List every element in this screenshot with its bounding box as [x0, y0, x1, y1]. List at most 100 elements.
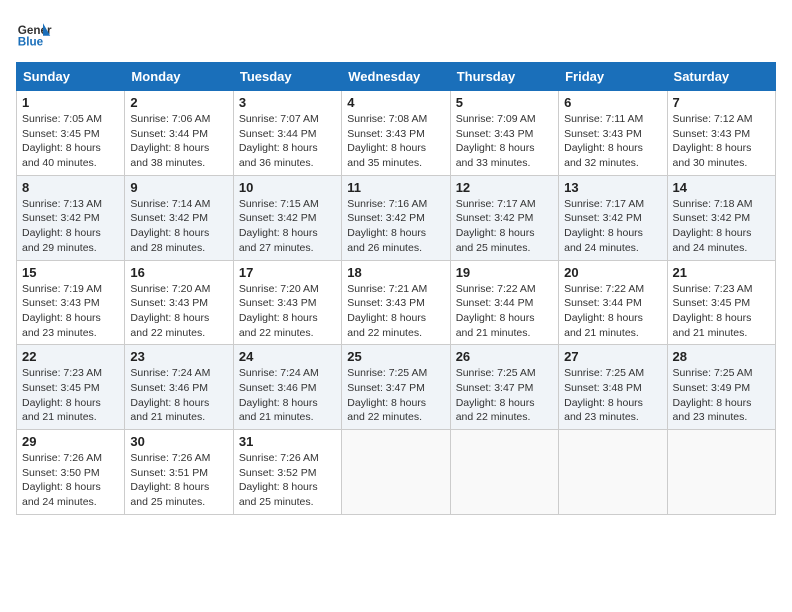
calendar-week-row: 8 Sunrise: 7:13 AM Sunset: 3:42 PM Dayli… [17, 175, 776, 260]
day-number: 30 [130, 434, 227, 449]
day-number: 1 [22, 95, 119, 110]
calendar-cell: 24 Sunrise: 7:24 AM Sunset: 3:46 PM Dayl… [233, 345, 341, 430]
day-number: 13 [564, 180, 661, 195]
day-number: 5 [456, 95, 553, 110]
day-info: Sunrise: 7:17 AM Sunset: 3:42 PM Dayligh… [564, 197, 661, 256]
day-number: 11 [347, 180, 444, 195]
day-number: 10 [239, 180, 336, 195]
day-number: 12 [456, 180, 553, 195]
calendar-cell: 23 Sunrise: 7:24 AM Sunset: 3:46 PM Dayl… [125, 345, 233, 430]
day-info: Sunrise: 7:05 AM Sunset: 3:45 PM Dayligh… [22, 112, 119, 171]
day-number: 16 [130, 265, 227, 280]
day-number: 6 [564, 95, 661, 110]
day-number: 15 [22, 265, 119, 280]
calendar-cell: 27 Sunrise: 7:25 AM Sunset: 3:48 PM Dayl… [559, 345, 667, 430]
svg-text:Blue: Blue [18, 36, 44, 49]
day-number: 26 [456, 349, 553, 364]
day-info: Sunrise: 7:24 AM Sunset: 3:46 PM Dayligh… [239, 366, 336, 425]
day-number: 2 [130, 95, 227, 110]
calendar-cell: 15 Sunrise: 7:19 AM Sunset: 3:43 PM Dayl… [17, 260, 125, 345]
calendar-week-row: 29 Sunrise: 7:26 AM Sunset: 3:50 PM Dayl… [17, 430, 776, 515]
calendar-cell: 3 Sunrise: 7:07 AM Sunset: 3:44 PM Dayli… [233, 91, 341, 176]
day-info: Sunrise: 7:21 AM Sunset: 3:43 PM Dayligh… [347, 282, 444, 341]
calendar-week-row: 1 Sunrise: 7:05 AM Sunset: 3:45 PM Dayli… [17, 91, 776, 176]
calendar-cell [559, 430, 667, 515]
day-info: Sunrise: 7:26 AM Sunset: 3:52 PM Dayligh… [239, 451, 336, 510]
day-info: Sunrise: 7:17 AM Sunset: 3:42 PM Dayligh… [456, 197, 553, 256]
calendar-cell: 2 Sunrise: 7:06 AM Sunset: 3:44 PM Dayli… [125, 91, 233, 176]
day-info: Sunrise: 7:23 AM Sunset: 3:45 PM Dayligh… [22, 366, 119, 425]
day-number: 9 [130, 180, 227, 195]
day-info: Sunrise: 7:25 AM Sunset: 3:47 PM Dayligh… [347, 366, 444, 425]
day-number: 31 [239, 434, 336, 449]
calendar-cell: 18 Sunrise: 7:21 AM Sunset: 3:43 PM Dayl… [342, 260, 450, 345]
day-number: 27 [564, 349, 661, 364]
calendar-cell: 29 Sunrise: 7:26 AM Sunset: 3:50 PM Dayl… [17, 430, 125, 515]
calendar-cell: 20 Sunrise: 7:22 AM Sunset: 3:44 PM Dayl… [559, 260, 667, 345]
calendar-cell: 22 Sunrise: 7:23 AM Sunset: 3:45 PM Dayl… [17, 345, 125, 430]
day-info: Sunrise: 7:07 AM Sunset: 3:44 PM Dayligh… [239, 112, 336, 171]
day-info: Sunrise: 7:09 AM Sunset: 3:43 PM Dayligh… [456, 112, 553, 171]
calendar-week-row: 22 Sunrise: 7:23 AM Sunset: 3:45 PM Dayl… [17, 345, 776, 430]
day-info: Sunrise: 7:22 AM Sunset: 3:44 PM Dayligh… [564, 282, 661, 341]
calendar-cell: 10 Sunrise: 7:15 AM Sunset: 3:42 PM Dayl… [233, 175, 341, 260]
day-info: Sunrise: 7:12 AM Sunset: 3:43 PM Dayligh… [673, 112, 770, 171]
calendar-cell: 30 Sunrise: 7:26 AM Sunset: 3:51 PM Dayl… [125, 430, 233, 515]
header-wednesday: Wednesday [342, 63, 450, 91]
header-sunday: Sunday [17, 63, 125, 91]
calendar-cell: 14 Sunrise: 7:18 AM Sunset: 3:42 PM Dayl… [667, 175, 775, 260]
calendar-cell: 12 Sunrise: 7:17 AM Sunset: 3:42 PM Dayl… [450, 175, 558, 260]
header-friday: Friday [559, 63, 667, 91]
day-number: 3 [239, 95, 336, 110]
header-monday: Monday [125, 63, 233, 91]
day-info: Sunrise: 7:06 AM Sunset: 3:44 PM Dayligh… [130, 112, 227, 171]
calendar-cell: 6 Sunrise: 7:11 AM Sunset: 3:43 PM Dayli… [559, 91, 667, 176]
day-number: 23 [130, 349, 227, 364]
calendar-cell: 28 Sunrise: 7:25 AM Sunset: 3:49 PM Dayl… [667, 345, 775, 430]
header-tuesday: Tuesday [233, 63, 341, 91]
logo: General Blue [16, 16, 52, 52]
day-number: 25 [347, 349, 444, 364]
day-number: 8 [22, 180, 119, 195]
day-info: Sunrise: 7:25 AM Sunset: 3:47 PM Dayligh… [456, 366, 553, 425]
calendar-week-row: 15 Sunrise: 7:19 AM Sunset: 3:43 PM Dayl… [17, 260, 776, 345]
day-info: Sunrise: 7:25 AM Sunset: 3:48 PM Dayligh… [564, 366, 661, 425]
header-saturday: Saturday [667, 63, 775, 91]
calendar-cell: 13 Sunrise: 7:17 AM Sunset: 3:42 PM Dayl… [559, 175, 667, 260]
calendar-cell: 19 Sunrise: 7:22 AM Sunset: 3:44 PM Dayl… [450, 260, 558, 345]
calendar-cell [450, 430, 558, 515]
day-number: 22 [22, 349, 119, 364]
calendar-cell: 26 Sunrise: 7:25 AM Sunset: 3:47 PM Dayl… [450, 345, 558, 430]
day-info: Sunrise: 7:15 AM Sunset: 3:42 PM Dayligh… [239, 197, 336, 256]
day-info: Sunrise: 7:20 AM Sunset: 3:43 PM Dayligh… [130, 282, 227, 341]
logo-icon: General Blue [16, 16, 52, 52]
calendar-body: 1 Sunrise: 7:05 AM Sunset: 3:45 PM Dayli… [17, 91, 776, 515]
calendar-cell: 1 Sunrise: 7:05 AM Sunset: 3:45 PM Dayli… [17, 91, 125, 176]
day-info: Sunrise: 7:22 AM Sunset: 3:44 PM Dayligh… [456, 282, 553, 341]
calendar-cell [667, 430, 775, 515]
day-number: 4 [347, 95, 444, 110]
day-info: Sunrise: 7:20 AM Sunset: 3:43 PM Dayligh… [239, 282, 336, 341]
calendar-table: Sunday Monday Tuesday Wednesday Thursday… [16, 62, 776, 515]
day-info: Sunrise: 7:18 AM Sunset: 3:42 PM Dayligh… [673, 197, 770, 256]
calendar-cell: 21 Sunrise: 7:23 AM Sunset: 3:45 PM Dayl… [667, 260, 775, 345]
page-header: General Blue [16, 16, 776, 52]
day-number: 28 [673, 349, 770, 364]
weekday-header-row: Sunday Monday Tuesday Wednesday Thursday… [17, 63, 776, 91]
calendar-cell: 25 Sunrise: 7:25 AM Sunset: 3:47 PM Dayl… [342, 345, 450, 430]
day-info: Sunrise: 7:13 AM Sunset: 3:42 PM Dayligh… [22, 197, 119, 256]
calendar-cell: 31 Sunrise: 7:26 AM Sunset: 3:52 PM Dayl… [233, 430, 341, 515]
calendar-cell: 7 Sunrise: 7:12 AM Sunset: 3:43 PM Dayli… [667, 91, 775, 176]
calendar-cell [342, 430, 450, 515]
calendar-cell: 16 Sunrise: 7:20 AM Sunset: 3:43 PM Dayl… [125, 260, 233, 345]
calendar-cell: 5 Sunrise: 7:09 AM Sunset: 3:43 PM Dayli… [450, 91, 558, 176]
day-number: 20 [564, 265, 661, 280]
calendar-cell: 9 Sunrise: 7:14 AM Sunset: 3:42 PM Dayli… [125, 175, 233, 260]
calendar-cell: 4 Sunrise: 7:08 AM Sunset: 3:43 PM Dayli… [342, 91, 450, 176]
day-info: Sunrise: 7:16 AM Sunset: 3:42 PM Dayligh… [347, 197, 444, 256]
calendar-cell: 17 Sunrise: 7:20 AM Sunset: 3:43 PM Dayl… [233, 260, 341, 345]
day-info: Sunrise: 7:08 AM Sunset: 3:43 PM Dayligh… [347, 112, 444, 171]
day-info: Sunrise: 7:26 AM Sunset: 3:51 PM Dayligh… [130, 451, 227, 510]
day-number: 19 [456, 265, 553, 280]
day-info: Sunrise: 7:14 AM Sunset: 3:42 PM Dayligh… [130, 197, 227, 256]
